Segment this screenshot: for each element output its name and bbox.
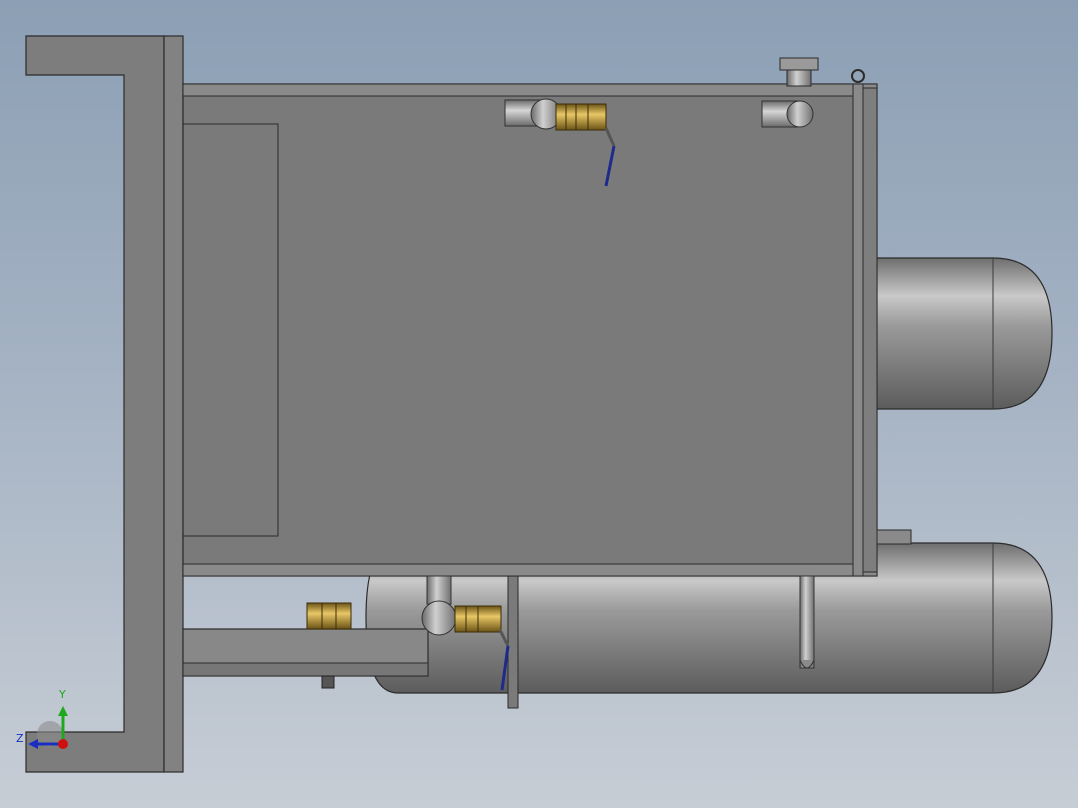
graphics-viewport[interactable]: Y Z	[0, 0, 1078, 808]
coordinate-triad	[28, 706, 68, 749]
left-frame	[25, 35, 184, 773]
top-elbow-right	[761, 100, 814, 128]
cad-model-view[interactable]	[0, 0, 1078, 808]
top-plug	[779, 57, 819, 87]
triad-x-axis	[58, 739, 68, 749]
drain-pipe	[799, 575, 815, 669]
triad-z-label: Z	[16, 732, 24, 745]
triad-y-label: Y	[59, 688, 66, 701]
upper-pressure-vessel	[875, 257, 1053, 410]
brass-coupling	[306, 602, 352, 630]
main-tank	[182, 69, 912, 577]
